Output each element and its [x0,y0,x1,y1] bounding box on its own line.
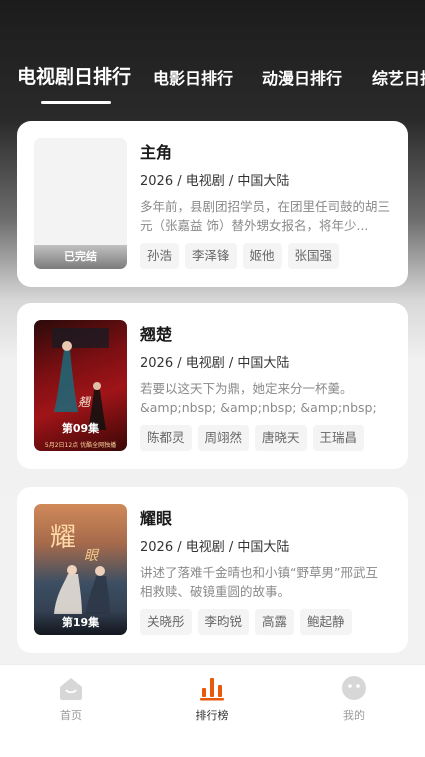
tab-variety-daily[interactable]: 综艺日排 [372,64,425,94]
nav-ranking-label: 排行榜 [195,709,229,722]
tab-movie-daily[interactable]: 电影日排行 [153,64,233,94]
poster-image[interactable]: 耀 眼 第19集 [34,504,127,635]
poster-episode-label: 第19集 [34,611,127,635]
cast-tag[interactable]: 鲍起静 [300,609,352,635]
cast-tag[interactable]: 姬他 [242,243,282,269]
cast-tag[interactable]: 关晓彤 [140,609,192,635]
show-title[interactable]: 主角 [140,139,172,163]
tab-tv-daily[interactable]: 电视剧日排行 [17,62,131,92]
ranking-icon [200,678,224,701]
active-tab-indicator [41,101,111,104]
home-icon [60,678,82,700]
svg-text:耀: 耀 [50,523,76,553]
poster-image[interactable]: 已完结 [34,138,127,269]
cast-tag[interactable]: 王瑞昌 [312,425,365,451]
cast-tag[interactable]: 高露 [255,609,295,635]
cast-tag[interactable]: 李昀锐 [197,609,250,635]
cast-tag[interactable]: 孙浩 [140,243,180,269]
nav-ranking[interactable]: 排行榜 [167,675,257,723]
poster-episode-label: 第09集 [61,422,100,435]
cast-tags: 关晓彤 李昀锐 高露 鲍起静 [140,609,358,635]
show-title[interactable]: 翘楚 [140,321,172,345]
ranking-card[interactable]: 耀 眼 第19集 耀眼 2026 / 电视剧 / 中国大陆 讲述了落难千金晴也和… [17,487,408,653]
poster-release-note: 5月2日12点 优酷全网独播 [44,442,117,449]
nav-mine[interactable]: 我的 [309,675,399,723]
tab-anime-daily[interactable]: 动漫日排行 [262,64,342,94]
ranking-card[interactable]: 翘 第09集 5月2日12点 优酷全网独播 翘楚 2026 / 电视剧 / 中国… [17,303,408,469]
svg-text:翘: 翘 [78,395,92,409]
poster-status-label: 已完结 [34,245,127,269]
show-description: 若要以这天下为鼎，她定来分一杯羹。&amp;nbsp; &amp;nbsp; &… [140,381,377,415]
show-description: 讲述了落难千金晴也和小镇“野草男”邢武互相救赎、破镜重圆的故事。 [140,565,378,599]
nav-mine-label: 我的 [343,709,365,722]
nav-home-label: 首页 [60,709,82,722]
show-description: 多年前，县剧团招学员，在团里任司鼓的胡三元（张嘉益 饰）替外甥女报名，将年少..… [140,199,390,233]
show-meta: 2026 / 电视剧 / 中国大陆 [140,540,290,555]
profile-icon [342,676,366,700]
cast-tag[interactable]: 张国强 [287,243,340,269]
poster-image[interactable]: 翘 第09集 5月2日12点 优酷全网独播 [34,320,127,451]
bottom-nav: 首页 排行榜 我的 [0,664,425,757]
nav-home[interactable]: 首页 [26,675,116,723]
category-tabs: 电视剧日排行 电影日排行 动漫日排行 综艺日排 [0,62,425,112]
cast-tag[interactable]: 李泽锋 [185,243,237,269]
show-title[interactable]: 耀眼 [140,505,172,529]
cast-tags: 孙浩 李泽锋 姬他 张国强 [140,243,345,269]
svg-text:眼: 眼 [84,548,100,564]
ranking-card[interactable]: 已完结 主角 2026 / 电视剧 / 中国大陆 多年前，县剧团招学员，在团里任… [17,121,408,287]
show-meta: 2026 / 电视剧 / 中国大陆 [140,356,290,371]
cast-tag[interactable]: 唐晓天 [255,425,307,451]
cast-tag[interactable]: 陈都灵 [140,425,192,451]
cast-tags: 陈都灵 周翊然 唐晓天 王瑞昌 [140,425,370,451]
cast-tag[interactable]: 周翊然 [197,425,250,451]
show-meta: 2026 / 电视剧 / 中国大陆 [140,174,290,189]
